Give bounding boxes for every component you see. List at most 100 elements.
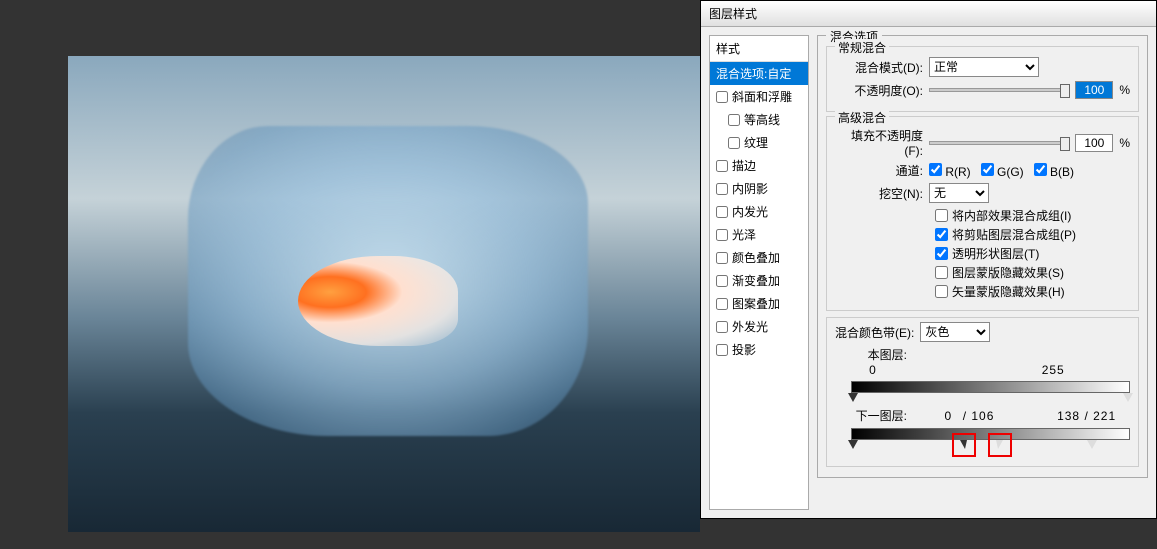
check-label: 将内部效果混合成组(I) xyxy=(952,207,1071,224)
style-check[interactable] xyxy=(716,321,728,333)
check-blend-interior[interactable] xyxy=(935,209,948,222)
advanced-blending-fieldset: 高级混合 填充不透明度(F): % 通道: R(R) G(G) B(B) xyxy=(826,116,1139,311)
layer-style-dialog: 图层样式 样式 混合选项:自定 斜面和浮雕 等高线 纹理 描边 内阴影 内发光 … xyxy=(700,0,1157,519)
style-label: 投影 xyxy=(732,341,756,358)
style-label: 混合选项:自定 xyxy=(716,65,791,82)
style-item-blending-options[interactable]: 混合选项:自定 xyxy=(710,62,808,85)
check-label: 图层蒙版隐藏效果(S) xyxy=(952,264,1064,281)
style-item-texture[interactable]: 纹理 xyxy=(710,131,808,154)
white-slider[interactable] xyxy=(1123,393,1133,402)
underlying-layer-label: 下一图层: xyxy=(835,407,907,424)
style-label: 外发光 xyxy=(732,318,768,335)
knockout-select[interactable]: 无 xyxy=(929,183,989,203)
check-label: 矢量蒙版隐藏效果(H) xyxy=(952,283,1065,300)
highlight-box-1 xyxy=(952,433,976,457)
style-check[interactable] xyxy=(728,114,740,126)
style-label: 内阴影 xyxy=(732,180,768,197)
style-check[interactable] xyxy=(716,344,728,356)
val: 255 xyxy=(1042,363,1065,377)
channel-r[interactable]: R(R) xyxy=(929,163,971,179)
channel-g[interactable]: G(G) xyxy=(981,163,1024,179)
style-check[interactable] xyxy=(716,206,728,218)
style-item-inner-glow[interactable]: 内发光 xyxy=(710,200,808,223)
val: 106 xyxy=(971,409,994,423)
fill-opacity-label: 填充不透明度(F): xyxy=(835,127,923,158)
fill-opacity-slider[interactable] xyxy=(929,141,1069,145)
style-item-satin[interactable]: 光泽 xyxy=(710,223,808,246)
slider-thumb[interactable] xyxy=(1060,137,1070,151)
style-item-outer-glow[interactable]: 外发光 xyxy=(710,315,808,338)
style-label: 颜色叠加 xyxy=(732,249,780,266)
styles-list-panel: 样式 混合选项:自定 斜面和浮雕 等高线 纹理 描边 内阴影 内发光 光泽 颜色… xyxy=(709,35,809,510)
check-transparency-shapes[interactable] xyxy=(935,247,948,260)
options-panel: 混合选项 常规混合 混合模式(D): 正常 不透明度(O): % xyxy=(817,35,1148,510)
blend-if-fieldset: 混合颜色带(E): 灰色 本图层: 0 255 xyxy=(826,317,1139,467)
style-label: 渐变叠加 xyxy=(732,272,780,289)
knockout-label: 挖空(N): xyxy=(835,185,923,202)
white-slider-high[interactable] xyxy=(1087,440,1097,449)
opacity-label: 不透明度(O): xyxy=(835,82,923,99)
percent-label: % xyxy=(1119,136,1130,150)
check-layer-mask-hides[interactable] xyxy=(935,266,948,279)
blend-mode-select[interactable]: 正常 xyxy=(929,57,1039,77)
style-item-bevel[interactable]: 斜面和浮雕 xyxy=(710,85,808,108)
style-check[interactable] xyxy=(716,229,728,241)
style-check[interactable] xyxy=(716,275,728,287)
style-check[interactable] xyxy=(716,298,728,310)
style-item-contour[interactable]: 等高线 xyxy=(710,108,808,131)
style-item-pattern-overlay[interactable]: 图案叠加 xyxy=(710,292,808,315)
style-item-stroke[interactable]: 描边 xyxy=(710,154,808,177)
style-item-inner-shadow[interactable]: 内阴影 xyxy=(710,177,808,200)
channel-g-check[interactable] xyxy=(981,163,994,176)
val: 138 xyxy=(1057,409,1080,423)
blend-mode-label: 混合模式(D): xyxy=(835,59,923,76)
style-check[interactable] xyxy=(716,91,728,103)
underlying-layer-row: 下一图层: 0 / 106 138 / 221 xyxy=(835,407,1130,440)
fill-opacity-input[interactable] xyxy=(1075,134,1113,152)
check-label: 将剪贴图层混合成组(P) xyxy=(952,226,1076,243)
this-layer-label: 本图层: xyxy=(835,346,907,363)
check-label: 透明形状图层(T) xyxy=(952,245,1039,262)
style-label: 光泽 xyxy=(732,226,756,243)
highlight-box-2 xyxy=(988,433,1012,457)
val: 221 xyxy=(1093,409,1116,423)
channel-b[interactable]: B(B) xyxy=(1034,163,1074,179)
underlying-layer-gradient[interactable] xyxy=(851,428,1130,440)
style-label: 纹理 xyxy=(744,134,768,151)
style-item-drop-shadow[interactable]: 投影 xyxy=(710,338,808,361)
canvas-preview xyxy=(68,56,700,532)
advanced-blending-title: 高级混合 xyxy=(835,109,889,126)
channel-b-check[interactable] xyxy=(1034,163,1047,176)
general-blending-fieldset: 常规混合 混合模式(D): 正常 不透明度(O): % xyxy=(826,46,1139,112)
style-label: 描边 xyxy=(732,157,756,174)
style-check[interactable] xyxy=(716,183,728,195)
opacity-input[interactable] xyxy=(1075,81,1113,99)
styles-list: 混合选项:自定 斜面和浮雕 等高线 纹理 描边 内阴影 内发光 光泽 颜色叠加 … xyxy=(710,62,808,361)
general-blending-title: 常规混合 xyxy=(835,39,889,56)
style-check[interactable] xyxy=(716,252,728,264)
black-slider-low[interactable] xyxy=(848,440,858,449)
val: 0 xyxy=(863,363,883,377)
channels-label: 通道: xyxy=(835,162,923,179)
style-item-color-overlay[interactable]: 颜色叠加 xyxy=(710,246,808,269)
style-label: 图案叠加 xyxy=(732,295,780,312)
blending-options-fieldset: 混合选项 常规混合 混合模式(D): 正常 不透明度(O): % xyxy=(817,35,1148,478)
black-slider[interactable] xyxy=(848,393,858,402)
style-check[interactable] xyxy=(716,160,728,172)
opacity-slider[interactable] xyxy=(929,88,1069,92)
this-layer-gradient[interactable] xyxy=(851,381,1130,393)
style-label: 斜面和浮雕 xyxy=(732,88,792,105)
styles-header: 样式 xyxy=(710,36,808,62)
this-layer-row: 本图层: 0 255 xyxy=(835,346,1130,393)
percent-label: % xyxy=(1119,83,1130,97)
check-vector-mask-hides[interactable] xyxy=(935,285,948,298)
style-label: 内发光 xyxy=(732,203,768,220)
check-blend-clipped[interactable] xyxy=(935,228,948,241)
channel-r-check[interactable] xyxy=(929,163,942,176)
style-label: 等高线 xyxy=(744,111,780,128)
style-check[interactable] xyxy=(728,137,740,149)
dialog-title[interactable]: 图层样式 xyxy=(701,1,1156,27)
blend-if-select[interactable]: 灰色 xyxy=(920,322,990,342)
slider-thumb[interactable] xyxy=(1060,84,1070,98)
style-item-gradient-overlay[interactable]: 渐变叠加 xyxy=(710,269,808,292)
